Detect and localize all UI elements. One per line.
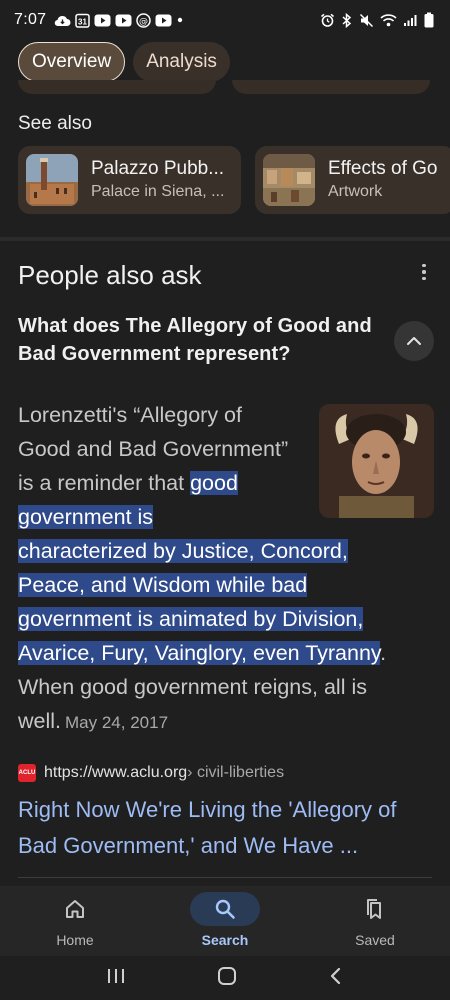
answer-highlight: good (190, 471, 238, 495)
tab-overview[interactable]: Overview (18, 42, 126, 82)
answer-date: May 24, 2017 (65, 713, 169, 732)
tab-analysis[interactable]: Analysis (133, 42, 230, 82)
see-also-card-subtitle: Artwork (328, 183, 383, 200)
answer-text-plain: When good government reigns, all is (18, 675, 367, 699)
see-also-carousel[interactable]: Palazzo Pubb... Palace in Siena, ... Eff… (18, 146, 450, 214)
source-url: https://www.aclu.org (44, 764, 188, 781)
nav-saved[interactable]: Saved (300, 886, 450, 956)
answer-highlight: government is animated by Division, (18, 607, 364, 631)
answer-line: characterized by Justice, Concord, (18, 534, 418, 568)
nav-home-label: Home (56, 932, 94, 948)
home-icon (66, 900, 84, 918)
previous-card-edge (18, 80, 216, 94)
people-also-ask-heading: People also ask (18, 260, 202, 290)
nav-search-label: Search (201, 932, 249, 948)
see-also-heading: See also (18, 113, 92, 134)
chevron-up-icon (407, 337, 421, 345)
answer-text-plain: Lorenzetti's “Allegory of (18, 403, 242, 427)
calendar-31-icon: 31 (75, 13, 91, 28)
result-title-link[interactable]: Right Now We're Living the 'Allegory of … (18, 792, 438, 864)
more-options-icon[interactable] (414, 260, 434, 284)
top-tabs: Overview Analysis (18, 42, 230, 82)
back-icon[interactable] (328, 966, 344, 991)
answer-line: well. May 24, 2017 (18, 704, 418, 740)
previous-card-edge (232, 80, 430, 94)
collapse-button[interactable] (394, 321, 434, 361)
nav-search[interactable]: Search (150, 886, 300, 956)
question-text[interactable]: What does The Allegory of Good and Bad G… (18, 312, 378, 368)
system-status-icons (320, 12, 434, 28)
battery-icon (424, 12, 434, 28)
answer-image[interactable] (319, 404, 434, 518)
answer-line: Peace, and Wisdom while bad (18, 568, 418, 602)
status-time: 7:07 (14, 11, 47, 28)
recent-apps-icon[interactable] (106, 967, 126, 990)
mute-icon (359, 13, 374, 28)
bluetooth-icon (341, 12, 353, 28)
search-icon (215, 899, 235, 919)
youtube-icon (94, 14, 111, 27)
see-also-card-title: Effects of Go (328, 158, 438, 179)
source-path: › civil-liberties (187, 764, 285, 781)
svg-text:@: @ (139, 16, 148, 26)
calendar-day-text: 31 (78, 17, 87, 26)
answer-line: When good government reigns, all is (18, 670, 418, 704)
home-button-icon[interactable] (217, 966, 237, 991)
see-also-card-effects[interactable]: Effects of Go Artwork (255, 146, 450, 214)
answer-highlight: characterized by Justice, Concord, (18, 539, 348, 563)
wifi-icon (380, 13, 397, 27)
answer-highlight: government is (18, 505, 154, 529)
aclu-favicon-icon: ACLU (18, 764, 36, 782)
bookmarks-icon (367, 899, 381, 919)
nav-home[interactable]: Home (0, 886, 150, 956)
source-row[interactable]: ACLU https://www.aclu.org › civil-libert… (18, 764, 284, 782)
bottom-navigation: Home Search Saved (0, 886, 450, 956)
status-bar: 7:07 31 @ (0, 0, 450, 40)
notification-icons: 31 @ (54, 12, 184, 28)
answer-text-plain: . (380, 641, 387, 665)
answer-text-plain: well. (18, 709, 62, 733)
see-also-card-palazzo[interactable]: Palazzo Pubb... Palace in Siena, ... (18, 146, 241, 214)
content-divider (18, 877, 432, 878)
see-also-card-title: Palazzo Pubb... (91, 158, 225, 179)
see-also-card-subtitle: Palace in Siena, ... (91, 183, 225, 200)
answer-line: Avarice, Fury, Vainglory, even Tyranny. (18, 636, 418, 670)
section-divider (0, 237, 450, 241)
palazzo-thumbnail (26, 154, 78, 206)
answer-highlight: Peace, and Wisdom while bad (18, 573, 308, 597)
answer-text-plain: Good and Bad Government” (18, 437, 289, 461)
youtube-icon (155, 14, 172, 27)
threads-icon: @ (136, 12, 152, 28)
nav-saved-label: Saved (355, 932, 395, 948)
effects-thumbnail (263, 154, 315, 206)
answer-text-plain: is a reminder that (18, 471, 191, 495)
answer-highlight: Avarice, Fury, Vainglory, even Tyranny (18, 641, 381, 665)
answer-line: government is animated by Division, (18, 602, 418, 636)
system-navigation-bar (0, 956, 450, 1000)
signal-icon (403, 13, 418, 27)
youtube-icon (115, 14, 132, 27)
dot-icon (176, 16, 184, 24)
cloud-icon (54, 14, 71, 27)
alarm-icon (320, 13, 335, 28)
